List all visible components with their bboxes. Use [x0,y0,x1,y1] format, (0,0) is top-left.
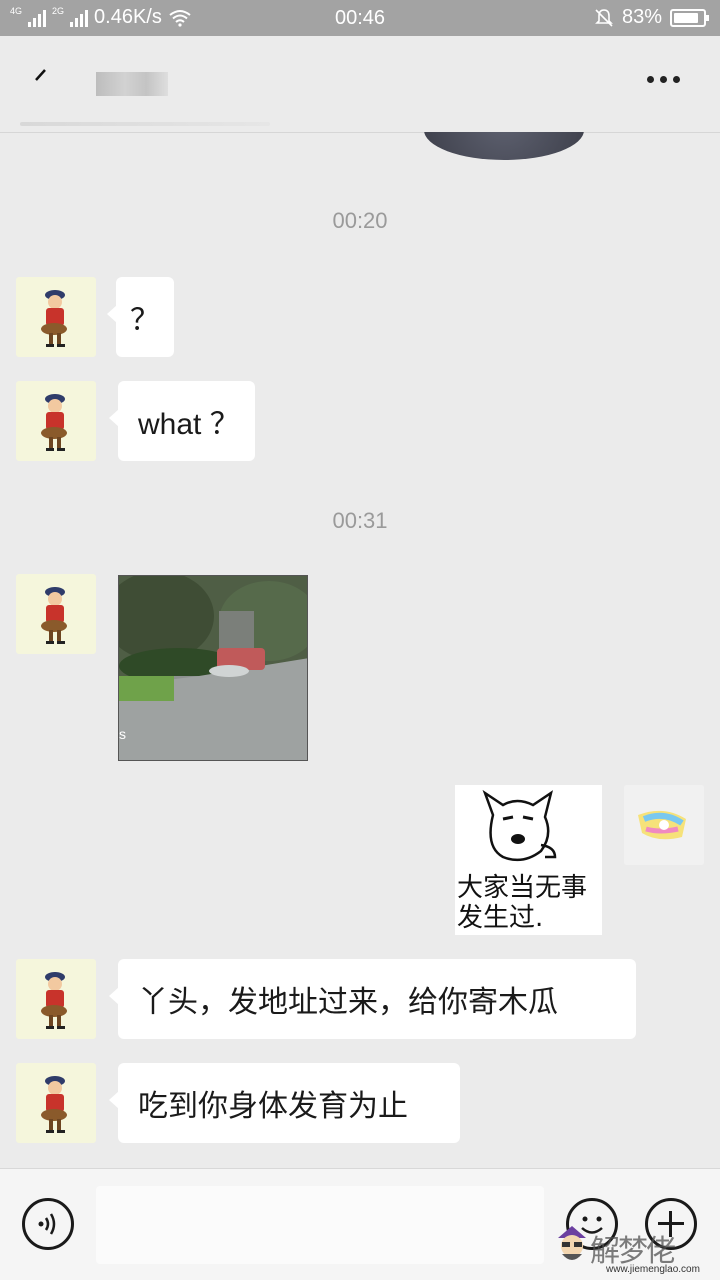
contact-name-blurred [96,72,168,96]
message-bubble[interactable]: 丫头，发地址过来，给你寄木瓜 [109,959,636,1039]
timestamp: 00:31 [332,508,388,533]
sticker-message[interactable]: 大家当无事 发生过. [455,785,602,935]
bell-muted-icon [595,8,613,27]
watermark-logo-icon [558,1226,586,1260]
watermark-url: www.jiemenglao.com [606,1264,700,1275]
timestamp: 00:20 [332,208,388,233]
sticker-caption: 大家当无事 发生过. [455,873,602,933]
chat-header [0,36,720,133]
voice-icon[interactable] [22,1198,74,1250]
watermark: 解梦佬 www.jiemenglao.com [552,1220,720,1280]
sticker-caption-line: 大家当无事 [457,873,588,903]
battery-percent: 83% [621,6,662,28]
more-dots-icon[interactable] [647,76,680,83]
header-divider [20,122,270,126]
contact-avatar[interactable] [16,381,96,461]
message-bubble[interactable]: what ？ [109,381,255,461]
contact-avatar[interactable] [16,1063,96,1143]
video-message[interactable]: s [118,575,308,761]
sticker-caption-line: 发生过. [457,903,544,933]
contact-avatar[interactable] [16,959,96,1039]
status-bar: 4G 2G 0.46K/s 00:46 83% [0,0,720,36]
contact-avatar[interactable] [16,574,96,654]
message-bubble[interactable]: 吃到你身体发育为止 [109,1063,460,1143]
my-avatar[interactable] [624,785,704,865]
message-input[interactable] [96,1186,544,1264]
battery-icon [670,8,709,27]
status-right: 83% [594,6,709,29]
back-arrow-icon[interactable] [30,66,50,86]
message-bubble[interactable]: ？ [107,277,174,357]
video-caption: s [119,726,126,742]
contact-avatar[interactable] [16,277,96,357]
previous-image-partial[interactable] [424,132,584,160]
